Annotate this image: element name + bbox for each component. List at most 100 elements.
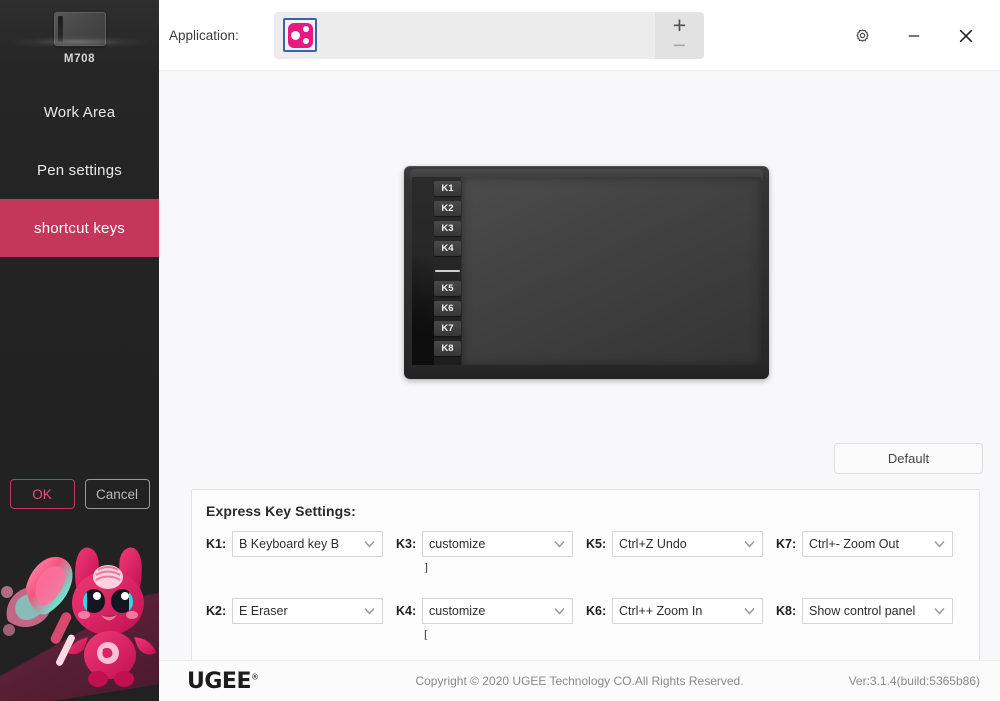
key-label-k1: K1:: [206, 537, 227, 551]
panel-title: Express Key Settings:: [206, 503, 356, 519]
device-block: M708: [0, 0, 159, 65]
express-key-cell-k1: K1: B Keyboard key B: [206, 531, 396, 574]
key-note-k7: [804, 560, 966, 574]
key-note-k4: [: [424, 627, 428, 641]
tablet-key-k1[interactable]: K1: [434, 181, 461, 196]
key-label-k3: K3:: [396, 537, 417, 551]
express-key-cell-k8: K8: Show control panel: [776, 598, 966, 641]
content-area: K1 K2 K3 K4 K5 K6 K7 K8 Default Express …: [159, 71, 1000, 667]
key-select-k3[interactable]: customize: [422, 531, 573, 557]
window-controls: [836, 0, 992, 71]
mascot-illustration: [0, 529, 159, 701]
device-name: M708: [63, 53, 96, 65]
express-key-cell-k3: K3: customize ]: [396, 531, 586, 574]
tablet-icon: [53, 12, 106, 46]
key-note-k1: [234, 560, 396, 574]
default-button[interactable]: Default: [834, 443, 983, 474]
app-entry-selected[interactable]: [283, 18, 317, 52]
express-key-row-bottom: K2: E Eraser K4: customize [K6: Ctrl++ …: [206, 598, 965, 641]
sidebar-nav: Work Area Pen settings shortcut keys: [0, 83, 159, 257]
express-key-cell-k5: K5: Ctrl+Z Undo: [586, 531, 776, 574]
express-key-cell-k2: K2: E Eraser: [206, 598, 396, 641]
cancel-button[interactable]: Cancel: [84, 479, 150, 509]
sidebar: M708 Work Area Pen settings shortcut key…: [0, 0, 159, 701]
key-select-k2[interactable]: E Eraser: [232, 598, 383, 624]
tablet-key-k5[interactable]: K5: [434, 281, 461, 296]
dice-app-icon: [287, 22, 313, 48]
key-select-value-k6: Ctrl++ Zoom In: [619, 604, 703, 618]
chevron-down-icon: [744, 607, 755, 615]
tablet-key-k7[interactable]: K7: [434, 321, 461, 336]
key-select-k4[interactable]: customize: [422, 598, 573, 624]
key-label-k2: K2:: [206, 604, 227, 618]
chevron-down-icon: [364, 607, 375, 615]
key-select-k5[interactable]: Ctrl+Z Undo: [612, 531, 763, 557]
key-label-k4: K4:: [396, 604, 417, 618]
chevron-down-icon: [364, 540, 375, 548]
version-text: Ver:3.1.4(build:5365b86): [848, 674, 980, 688]
remove-application-button[interactable]: −: [673, 34, 686, 57]
key-label-k8: K8:: [776, 604, 797, 618]
main-area: Application: + − K1 K2 K3 K4 K5 K6 K7 K8…: [159, 0, 1000, 701]
chevron-down-icon: [934, 540, 945, 548]
key-select-k7[interactable]: Ctrl+- Zoom Out: [802, 531, 953, 557]
chevron-down-icon: [744, 540, 755, 548]
key-select-value-k3: customize: [429, 537, 486, 551]
application-label: Application:: [169, 27, 239, 43]
express-key-cell-k4: K4: customize [: [396, 598, 586, 641]
device-icon-glow: [0, 6, 159, 52]
sidebar-item-pen-settings[interactable]: Pen settings: [0, 141, 159, 199]
chevron-down-icon: [554, 607, 565, 615]
sidebar-item-label: Work Area: [43, 103, 116, 121]
application-list[interactable]: + −: [274, 11, 704, 59]
key-select-value-k2: E Eraser: [239, 604, 288, 618]
key-select-value-k8: Show control panel: [809, 604, 916, 618]
express-key-cell-k6: K6: Ctrl++ Zoom In: [586, 598, 776, 641]
ugee-mascot-icon: [1, 547, 156, 687]
settings-button[interactable]: [836, 14, 888, 58]
key-select-k8[interactable]: Show control panel: [802, 598, 953, 624]
tablet-key-separator: [434, 261, 461, 281]
minimize-button[interactable]: [888, 14, 940, 58]
key-note-k3: ]: [424, 560, 428, 574]
footer-bar: UGEE® Copyright © 2020 UGEE Technology C…: [159, 660, 1000, 701]
ugee-tablet-settings-window: M708 Work Area Pen settings shortcut key…: [0, 0, 1000, 701]
sidebar-item-label: Pen settings: [37, 161, 122, 179]
tablet-key-k3[interactable]: K3: [434, 221, 461, 236]
sidebar-item-work-area[interactable]: Work Area: [0, 83, 159, 141]
sidebar-actions: OK Cancel: [0, 479, 159, 509]
tablet-key-k8[interactable]: K8: [434, 341, 461, 356]
chevron-down-icon: [934, 607, 945, 615]
express-key-rows: K1: B Keyboard key B K3: customize] K5:…: [206, 531, 965, 641]
key-select-k1[interactable]: B Keyboard key B: [232, 531, 383, 557]
sidebar-item-label: shortcut keys: [34, 219, 125, 237]
tablet-key-k2[interactable]: K2: [434, 201, 461, 216]
app-add-remove-controls[interactable]: + −: [655, 11, 704, 59]
key-select-value-k5: Ctrl+Z Undo: [619, 537, 687, 551]
chevron-down-icon: [554, 540, 565, 548]
tablet-key-column: K1 K2 K3 K4 K5 K6 K7 K8: [412, 177, 461, 366]
express-key-row-top: K1: B Keyboard key B K3: customize] K5:…: [206, 531, 965, 574]
key-note-k2: [234, 627, 396, 641]
tablet-illustration: K1 K2 K3 K4 K5 K6 K7 K8: [404, 166, 769, 379]
key-select-k6[interactable]: Ctrl++ Zoom In: [612, 598, 763, 624]
key-select-value-k7: Ctrl+- Zoom Out: [809, 537, 899, 551]
ok-button[interactable]: OK: [9, 479, 75, 509]
key-label-k7: K7:: [776, 537, 797, 551]
express-key-cell-k7: K7: Ctrl+- Zoom Out: [776, 531, 966, 574]
close-button[interactable]: [940, 14, 992, 58]
minimize-icon: [908, 34, 920, 37]
key-note-k8: [804, 627, 966, 641]
close-icon: [959, 29, 973, 42]
sidebar-item-shortcut-keys[interactable]: shortcut keys: [0, 199, 159, 257]
tablet-key-k6[interactable]: K6: [434, 301, 461, 316]
tablet-key-k4[interactable]: K4: [434, 241, 461, 256]
key-note-k6: [614, 627, 776, 641]
tablet-active-surface: [462, 177, 761, 365]
key-select-value-k4: customize: [429, 604, 486, 618]
key-select-value-k1: B Keyboard key B: [239, 537, 340, 551]
tablet-body: K1 K2 K3 K4 K5 K6 K7 K8: [412, 177, 761, 366]
gear-icon: [855, 29, 869, 42]
header-bar: Application: + −: [159, 0, 1000, 71]
express-key-settings-panel: Express Key Settings: K1: B Keyboard key…: [191, 489, 980, 667]
